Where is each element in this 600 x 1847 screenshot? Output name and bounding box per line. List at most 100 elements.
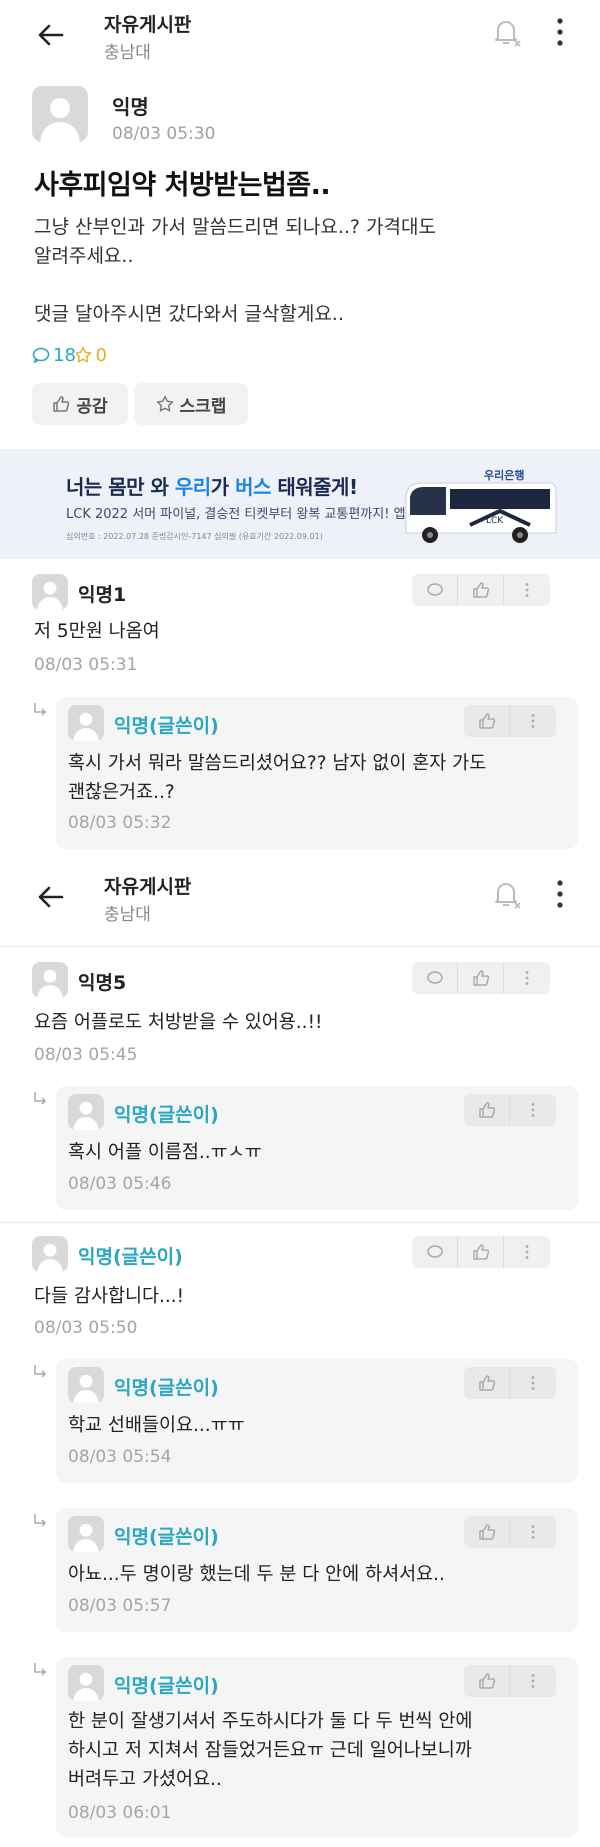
comment-like-button[interactable] — [464, 1094, 510, 1126]
comment-author: 익명1 — [78, 584, 127, 606]
divider — [0, 946, 600, 947]
ad-headline-part: 태워줄게! — [270, 475, 358, 499]
ad-fine-print: 심의번호 : 2022.07.28 준법감시인-7147 심의필 (유효기간 2… — [66, 532, 323, 541]
comment-time: 08/03 05:31 — [34, 655, 138, 675]
reply-arrow-icon — [34, 1663, 47, 1676]
comment-time: 08/03 06:01 — [68, 1803, 172, 1823]
post-body-line: 댓글 달아주시면 갔다와서 글삭할게요.. — [34, 303, 344, 325]
post-body-line: 알려주세요.. — [34, 245, 134, 267]
post-body: 그냥 산부인과 가서 말씀드리면 되나요..? 가격대도 알려주세요.. 댓글 … — [34, 213, 574, 329]
comment-author: 익명(글쓴이) — [78, 1246, 183, 1268]
more-vertical-icon — [531, 1674, 535, 1688]
comment-actions — [464, 1367, 556, 1399]
comment-like-button[interactable] — [464, 1516, 510, 1548]
commenter-avatar — [32, 574, 68, 610]
top-app-bar: 자유게시판 충남대 — [0, 862, 600, 958]
post-title: 사후피임약 처방받는법좀.. — [34, 170, 331, 201]
comment-like-button[interactable] — [458, 962, 504, 994]
more-vertical-icon — [525, 1245, 529, 1259]
comment-bubble-icon — [426, 583, 443, 596]
thumbs-up-icon — [472, 1244, 489, 1260]
comment-more-button[interactable] — [510, 1665, 556, 1697]
scrap-count-value: 0 — [95, 344, 107, 366]
ad-headline-highlight: 우리 — [174, 475, 211, 499]
reply-arrow-icon — [34, 703, 47, 716]
reply-comment: 익명(글쓴이) 혹시 어플 이름점..ㅠㅅㅠ 08/03 05:46 — [56, 1086, 578, 1210]
ad-headline-highlight: 버스 — [235, 475, 271, 499]
comment-text-line: 괜찮은거죠..? — [68, 782, 175, 803]
comment-actions — [464, 705, 556, 737]
comment-author: 익명(글쓴이) — [114, 1377, 219, 1399]
comment-text: 아뇨...두 명이랑 했는데 두 분 다 안에 하셔서요.. — [68, 1564, 445, 1585]
back-arrow-icon[interactable] — [34, 880, 68, 914]
comment-author: 익명(글쓴이) — [114, 1526, 219, 1548]
comment-more-button[interactable] — [504, 574, 550, 606]
comment-count: 18 — [32, 344, 76, 366]
post-stats: 0 18 0 — [32, 343, 117, 367]
comment-like-button[interactable] — [458, 1236, 504, 1268]
comment-like-button[interactable] — [464, 1367, 510, 1399]
scrap-button[interactable]: 스크랩 — [134, 383, 248, 425]
comment-like-button[interactable] — [458, 574, 504, 606]
reply-button[interactable] — [412, 962, 458, 994]
comment-time: 08/03 05:57 — [68, 1596, 172, 1616]
reply-comment: 익명(글쓴이) 학교 선배들이요...ㅠㅠ 08/03 05:54 — [56, 1359, 578, 1483]
comment-more-button[interactable] — [504, 1236, 550, 1268]
comment-text: 다들 감사합니다...! — [34, 1286, 185, 1307]
commenter-avatar — [68, 1516, 104, 1552]
more-vertical-icon — [531, 714, 535, 728]
reply-arrow-icon — [34, 1365, 47, 1378]
comment-more-button[interactable] — [510, 1367, 556, 1399]
comment-actions — [464, 1665, 556, 1697]
reply-arrow-icon — [34, 1514, 47, 1527]
ad-subtext: LCK 2022 서머 파이널, 결승전 티켓부터 왕복 교통편까지! 앱 다운… — [66, 507, 458, 522]
thumbs-up-icon — [53, 396, 70, 412]
author-avatar — [32, 86, 88, 142]
more-vertical-icon[interactable] — [552, 16, 568, 48]
comment-text: 한 분이 잘생기셔서 주도하시다가 둘 다 두 번씩 안에 하시고 저 지쳐서 … — [68, 1707, 573, 1794]
post-time: 08/03 05:30 — [112, 124, 216, 144]
more-vertical-icon[interactable] — [552, 878, 568, 910]
comment-time: 08/03 05:50 — [34, 1318, 138, 1338]
notification-off-icon[interactable] — [488, 14, 524, 50]
reply-button[interactable] — [412, 1236, 458, 1268]
comment-text: 혹시 가서 뭐라 말씀드리셨어요?? 남자 없이 혼자 가도 괜찮은거죠..? — [68, 749, 568, 807]
thumbs-up-icon — [478, 1673, 495, 1689]
board-title: 자유게시판 — [104, 14, 192, 36]
comment-more-button[interactable] — [510, 1094, 556, 1126]
ad-banner[interactable]: 너는 몸만 와 우리가 버스 태워줄게! LCK 2022 서머 파이널, 결승… — [0, 449, 600, 559]
comment-like-button[interactable] — [464, 1665, 510, 1697]
comment-time: 08/03 05:32 — [68, 813, 172, 833]
comment-text: 저 5만원 나옴여 — [34, 621, 160, 642]
comment-more-button[interactable] — [504, 962, 550, 994]
like-button[interactable]: 공감 — [32, 383, 128, 425]
thumbs-up-icon — [478, 1102, 495, 1118]
reply-button[interactable] — [412, 574, 458, 606]
star-icon — [156, 395, 173, 412]
commenter-avatar — [68, 1665, 104, 1701]
post-author: 익명 — [112, 95, 149, 119]
commenter-avatar — [68, 1094, 104, 1130]
comment-text-line: 한 분이 잘생기셔서 주도하시다가 둘 다 두 번씩 안에 — [68, 1711, 473, 1732]
comment-more-button[interactable] — [510, 705, 556, 737]
comment-text: 학교 선배들이요...ㅠㅠ — [68, 1415, 245, 1436]
reply-comment: 익명(글쓴이) 한 분이 잘생기셔서 주도하시다가 둘 다 두 번씩 안에 하시… — [56, 1657, 578, 1837]
comment-bubble-icon — [32, 347, 50, 364]
thumbs-up-icon — [478, 1375, 495, 1391]
school-name: 충남대 — [104, 43, 151, 63]
top-app-bar: 자유게시판 충남대 — [0, 0, 600, 96]
more-vertical-icon — [531, 1525, 535, 1539]
comment-actions — [412, 1236, 550, 1268]
post-body-line: 그냥 산부인과 가서 말씀드리면 되나요..? 가격대도 — [34, 216, 436, 238]
comment-more-button[interactable] — [510, 1516, 556, 1548]
comment-like-button[interactable] — [464, 705, 510, 737]
comment-bubble-icon — [426, 971, 443, 984]
school-name: 충남대 — [104, 905, 151, 925]
comment-actions — [464, 1516, 556, 1548]
scrap-count: 0 — [74, 344, 107, 366]
comment-time: 08/03 05:45 — [34, 1045, 138, 1065]
comment-text-line: 버려두고 가셨어요.. — [68, 1769, 222, 1790]
back-arrow-icon[interactable] — [34, 18, 68, 52]
notification-off-icon[interactable] — [488, 876, 524, 912]
reply-comment: 익명(글쓴이) 혹시 가서 뭐라 말씀드리셨어요?? 남자 없이 혼자 가도 괜… — [56, 697, 578, 849]
